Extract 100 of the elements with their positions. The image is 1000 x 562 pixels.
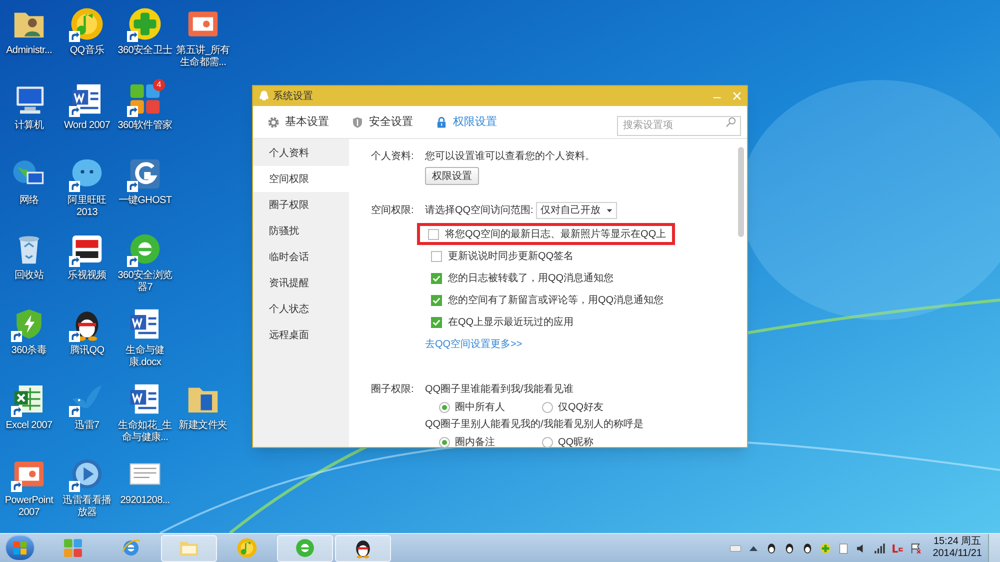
option-label: 将您QQ空间的最新日志、最新照片等显示在QQ上 bbox=[445, 228, 666, 242]
checkbox[interactable] bbox=[431, 294, 442, 306]
question-text: QQ圈子里谁能看到我/我能看见谁 bbox=[425, 382, 574, 397]
settings-tab[interactable]: 基本设置 bbox=[267, 114, 329, 130]
checkbox[interactable] bbox=[428, 228, 439, 240]
icon-label[interactable]: 迅雷7 bbox=[58, 420, 116, 432]
shortcut-arrow-icon bbox=[69, 406, 80, 417]
shield-icon bbox=[351, 116, 364, 128]
option-label: 您的空间有了新留言或评论等，用QQ消息通知您 bbox=[448, 294, 664, 308]
icon-label[interactable]: Word 2007 bbox=[58, 120, 116, 132]
icon-label[interactable]: 360软件管家 bbox=[116, 120, 174, 132]
shortcut-arrow-icon bbox=[69, 256, 80, 267]
icon-label[interactable]: 腾讯QQ bbox=[58, 345, 116, 357]
question-text: QQ圈子里别人能看见我的/我能看见别人的称呼是 bbox=[425, 418, 644, 432]
icon-label[interactable]: 计算机 bbox=[0, 120, 58, 132]
flag-icon[interactable] bbox=[908, 542, 922, 554]
icon-label[interactable]: Excel 2007 bbox=[0, 420, 58, 432]
shortcut-arrow-icon bbox=[127, 31, 138, 42]
shortcut-arrow-icon bbox=[127, 181, 138, 192]
checkbox[interactable] bbox=[431, 250, 442, 262]
count-badge: 4 bbox=[153, 79, 165, 91]
search-icon bbox=[725, 116, 737, 128]
shortcut-arrow-icon bbox=[11, 481, 22, 492]
radio-button[interactable] bbox=[542, 402, 553, 413]
shortcut-arrow-icon bbox=[127, 106, 138, 117]
icon-label[interactable]: 第五讲_所有生命都需... bbox=[174, 45, 232, 69]
icon-label[interactable]: 回收站 bbox=[0, 270, 58, 282]
radio-button[interactable] bbox=[439, 437, 450, 448]
shortcut-arrow-icon bbox=[11, 406, 22, 417]
signal-bars-icon[interactable] bbox=[872, 542, 886, 554]
sidebar-item[interactable]: 资讯提醒 bbox=[253, 270, 349, 296]
icon-label[interactable]: 360杀毒 bbox=[0, 345, 58, 357]
icon-label[interactable]: 360安全卫士 bbox=[116, 45, 174, 57]
icon-label[interactable]: Administr... bbox=[0, 45, 58, 57]
caret-icon bbox=[606, 207, 614, 214]
icon-label[interactable]: QQ音乐 bbox=[58, 45, 116, 57]
radio-button[interactable] bbox=[542, 437, 553, 448]
icon-label[interactable]: 360安全浏览器7 bbox=[116, 270, 174, 294]
icon-label[interactable]: 乐视视频 bbox=[58, 270, 116, 282]
window-title: 系统设置 bbox=[273, 90, 313, 104]
clock-time[interactable]: 15:24 周五 bbox=[933, 536, 982, 548]
search-field[interactable]: 搜索设置项 bbox=[617, 116, 741, 136]
shortcut-arrow-icon bbox=[127, 256, 138, 267]
option-label: 更新说说时同步更新QQ签名 bbox=[448, 250, 574, 264]
icon-label[interactable]: PowerPoint 2007 bbox=[0, 495, 58, 519]
color-tiles-icon bbox=[62, 537, 84, 559]
plus-circle-icon[interactable] bbox=[127, 6, 163, 42]
windows-logo-icon bbox=[12, 540, 28, 556]
radio-label: QQ昵称 bbox=[558, 436, 594, 450]
clock-date[interactable]: 2014/11/21 bbox=[932, 548, 982, 560]
gear-icon bbox=[267, 116, 280, 128]
letters-logo-icon[interactable] bbox=[890, 542, 904, 554]
taskbar-button[interactable] bbox=[335, 534, 391, 562]
icon-label[interactable]: 生命与健康.docx bbox=[116, 345, 174, 369]
shortcut-arrow-icon bbox=[69, 481, 80, 492]
icon-label[interactable]: 迅雷看看播放器 bbox=[58, 495, 116, 519]
music-disc-icon[interactable] bbox=[69, 6, 105, 42]
field-label: 空间权限: bbox=[371, 204, 415, 218]
lock-icon bbox=[435, 116, 448, 128]
radio-label: 圈中所有人 bbox=[455, 400, 505, 415]
sidebar-item[interactable]: 圈子权限 bbox=[253, 192, 349, 218]
field-label: 圈子权限: bbox=[371, 382, 415, 397]
prompt-text: 请选择QQ空间访问范围: bbox=[425, 204, 534, 218]
music-disc-icon bbox=[236, 537, 258, 559]
start-button[interactable] bbox=[5, 535, 35, 561]
more-settings-link[interactable]: 去QQ空间设置更多>> bbox=[425, 337, 522, 352]
sidebar-item[interactable]: 远程桌面 bbox=[253, 322, 349, 348]
shortcut-arrow-icon bbox=[69, 31, 80, 42]
settings-tab[interactable]: 安全设置 bbox=[351, 114, 413, 130]
shortcut-arrow-icon bbox=[69, 181, 80, 192]
option-label: 您的日志被转载了，用QQ消息通知您 bbox=[448, 272, 614, 286]
icon-label[interactable]: 网络 bbox=[0, 195, 58, 207]
sidebar-item[interactable]: 个人状态 bbox=[253, 296, 349, 322]
field-label: 个人资料: bbox=[371, 150, 415, 164]
radio-button[interactable] bbox=[439, 402, 450, 413]
description-text: 您可以设置谁可以查看您的个人资料。 bbox=[425, 150, 595, 164]
e-browser-icon bbox=[294, 537, 316, 559]
settings-tab[interactable]: 权限设置 bbox=[435, 114, 497, 130]
sidebar-item[interactable]: 个人资料 bbox=[253, 140, 349, 166]
icon-label[interactable]: 新建文件夹 bbox=[174, 420, 232, 432]
shortcut-arrow-icon bbox=[69, 331, 80, 342]
icon-label[interactable]: 生命如花_生命与健康... bbox=[116, 420, 174, 444]
checkbox[interactable] bbox=[431, 316, 442, 328]
shortcut-arrow-icon bbox=[69, 106, 80, 117]
sidebar-item[interactable]: 空间权限 bbox=[253, 166, 349, 192]
sidebar-item[interactable]: 防骚扰 bbox=[253, 218, 349, 244]
permission-button[interactable]: 权限设置 bbox=[425, 167, 479, 185]
option-label: 在QQ上显示最近玩过的应用 bbox=[448, 316, 574, 330]
checkbox[interactable] bbox=[431, 272, 442, 284]
penguin-icon bbox=[258, 90, 270, 102]
range-dropdown[interactable]: 仅对自己开放 bbox=[536, 202, 618, 219]
icon-label[interactable]: 阿里旺旺 2013 bbox=[58, 195, 116, 219]
icon-label[interactable]: 一键GHOST bbox=[116, 195, 174, 207]
radio-label: 仅QQ好友 bbox=[558, 401, 604, 415]
icon-label[interactable]: 29201208... bbox=[116, 495, 174, 507]
scrollbar-thumb[interactable] bbox=[738, 147, 744, 237]
clipboard-icon[interactable] bbox=[836, 542, 850, 554]
shortcut-arrow-icon bbox=[11, 331, 22, 342]
radio-label: 圈内备注 bbox=[455, 436, 495, 450]
sidebar-item[interactable]: 临时会话 bbox=[253, 244, 349, 270]
